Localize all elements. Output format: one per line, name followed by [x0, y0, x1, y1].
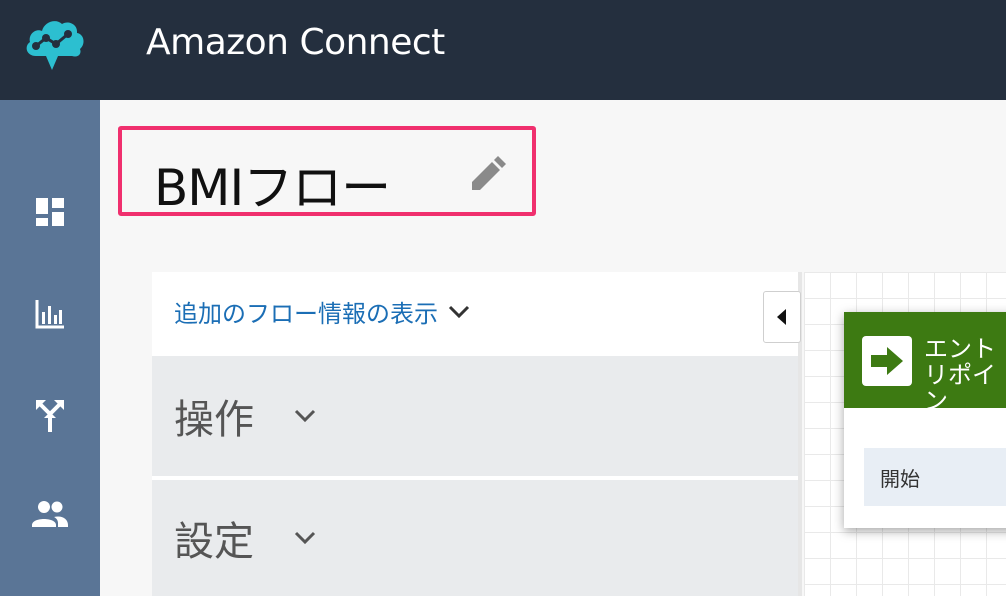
section-actions[interactable]: 操作 — [152, 356, 798, 476]
flow-editor: BMIフロー 追加のフロー情報の表示 操作 設定 エント リポイン 開始 — [100, 100, 1006, 596]
section-label: 設定 — [174, 519, 254, 565]
sidebar — [0, 100, 100, 596]
sidebar-item-metrics[interactable] — [26, 290, 74, 338]
blocks-panel: 追加のフロー情報の表示 操作 設定 — [152, 272, 802, 596]
top-bar: Amazon Connect — [0, 0, 1006, 100]
chevron-down-icon — [294, 409, 316, 423]
entry-point-title-line: リポイン — [924, 361, 996, 408]
flow-title-highlight: BMIフロー — [118, 126, 536, 217]
entry-point-header: エント リポイン ト — [844, 312, 1006, 408]
start-label: 開始 — [880, 466, 920, 491]
entry-point-title-line: エント — [924, 335, 996, 363]
start-row: 開始 — [864, 448, 1006, 506]
routing-icon — [36, 400, 64, 432]
sidebar-item-routing[interactable] — [26, 392, 74, 440]
entry-point-block[interactable]: エント リポイン ト 開始 — [844, 312, 1006, 528]
pencil-icon[interactable] — [466, 154, 508, 196]
arrow-right-icon — [862, 336, 912, 386]
users-icon — [32, 501, 68, 527]
sidebar-item-users[interactable] — [26, 490, 74, 538]
section-label: 操作 — [174, 397, 254, 443]
flow-title: BMIフロー — [154, 159, 391, 217]
flow-canvas[interactable]: エント リポイン ト 開始 — [804, 272, 1006, 596]
section-settings[interactable]: 設定 — [152, 480, 798, 596]
chevron-down-icon — [294, 531, 316, 545]
cloud-network-icon[interactable] — [22, 16, 86, 74]
more-flow-info-link[interactable]: 追加のフロー情報の表示 — [174, 294, 470, 329]
entry-point-title: エント リポイン ト — [924, 336, 1006, 408]
more-flow-info-label: 追加のフロー情報の表示 — [174, 300, 438, 328]
chevron-down-icon — [448, 305, 470, 318]
caret-left-icon — [777, 309, 786, 325]
dashboard-icon — [36, 198, 64, 226]
bar-chart-icon — [35, 300, 64, 329]
collapse-panel-button[interactable] — [763, 291, 801, 343]
sidebar-item-dashboard[interactable] — [26, 188, 74, 236]
app-title: Amazon Connect — [146, 22, 445, 63]
